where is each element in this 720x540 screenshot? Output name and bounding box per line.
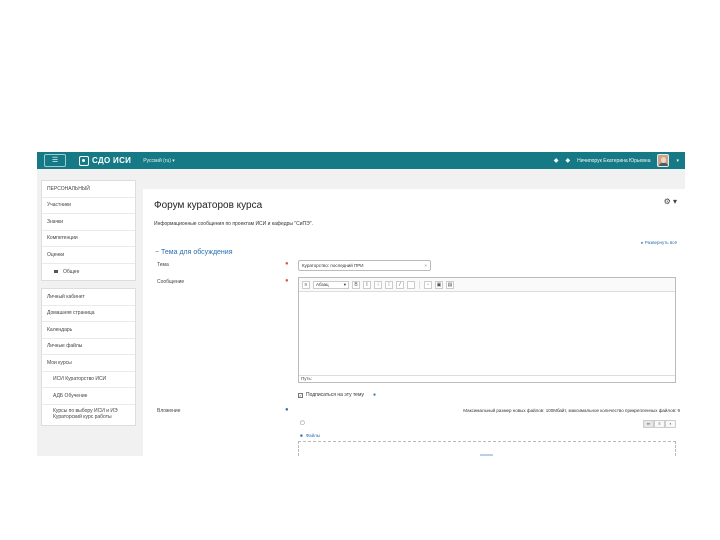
main-content: Форум кураторов курса ⚙ ▾ Информационные…: [143, 189, 685, 456]
language-menu[interactable]: Русский (ru) ▾: [143, 158, 175, 164]
chevron-down-icon: ▾: [343, 281, 346, 287]
upload-arrow-icon: [480, 454, 493, 456]
checkbox-icon: ✓: [298, 392, 303, 398]
required-icon: ●: [285, 278, 289, 284]
add-file-icon[interactable]: ▢: [300, 420, 308, 427]
sidebar-item-label: Курсы по выбору ИСИ и ИЭ Кураторский кур…: [53, 407, 118, 420]
required-icon: ●: [285, 261, 289, 267]
sidebar-item-label: Общее: [63, 268, 80, 275]
italic-icon[interactable]: I: [363, 280, 371, 289]
editor-path: Путь:: [299, 375, 675, 382]
bold-icon[interactable]: B: [352, 280, 360, 289]
logo-text: СДО ИСИ: [92, 156, 132, 165]
subject-value: Кураторство: последний ПРИ: [302, 263, 364, 268]
sidebar-item-label: Оценки: [47, 251, 65, 258]
help-icon[interactable]: ●: [373, 392, 376, 398]
site-logo[interactable]: СДО ИСИ: [79, 155, 132, 166]
expand-all-link[interactable]: ▸ Развернуть всё: [641, 240, 677, 246]
sidebar-item-label: Домашняя страница: [47, 310, 95, 317]
sidebar-item[interactable]: Личные файлы: [42, 339, 135, 355]
sidebar-item[interactable]: ПЕРСОНАЛЬНЫЙ: [42, 181, 135, 198]
sidebar-item-label: Личный кабинет: [47, 293, 85, 300]
sidebar-item[interactable]: Календарь: [42, 322, 135, 339]
sidebar-item-label: Личные файлы: [47, 343, 83, 350]
sidebar-item[interactable]: Компетенции: [42, 231, 135, 247]
sidebar-item[interactable]: Общее: [42, 264, 135, 281]
sidebar-item-label: Компетенции: [47, 235, 78, 242]
logo-icon: [79, 155, 89, 166]
file-drop-area[interactable]: [298, 441, 676, 456]
sidebar-item-label: ПЕРСОНАЛЬНЫЙ: [47, 185, 90, 192]
site-nav-group: Личный кабинет Домашняя страница Календарь…: [41, 288, 136, 426]
sidebar-item[interactable]: Оценки: [42, 247, 135, 264]
sidebar-item-label: Календарь: [47, 326, 73, 333]
numbered-list-icon[interactable]: ⁞: [385, 280, 393, 289]
sidebar-item-label: АДБ Обучение: [53, 392, 88, 399]
gear-icon[interactable]: ⚙ ▾: [664, 197, 677, 206]
subscribe-checkbox[interactable]: ✓ Подписаться на эту тему ●: [298, 392, 376, 398]
course-nav-group: ПЕРСОНАЛЬНЫЙ Участники Значки Компетенции Оц…: [41, 180, 136, 281]
sidebar-item[interactable]: Значки: [42, 214, 135, 231]
file-manager: ▢ ▪▪ ≡ ▪ ■ Файлы: [298, 415, 676, 456]
image-icon[interactable]: ▫: [424, 280, 432, 289]
view-switcher: ▪▪ ≡ ▪: [643, 420, 676, 428]
moodle-window: ☰ СДО ИСИ Русский (ru) ▾ ◆ ◆ Ничипорук Е…: [37, 152, 685, 456]
notifications-bell-icon[interactable]: ◆: [554, 158, 559, 164]
sidebar-item-label: ИСИ Кураторство ИСИ: [53, 376, 107, 383]
link-icon[interactable]: /: [396, 280, 404, 289]
avatar[interactable]: [657, 154, 670, 167]
navbar-user-area: ◆ ◆ Ничипорук Екатерина Юрьевна ▾: [554, 154, 679, 167]
sidebar-item[interactable]: АДБ Обучение: [42, 388, 135, 405]
editor-toolbar: ≡ Абзац ▾ B I ⁝ ⁞ / ▫ ▣ ▤: [299, 278, 675, 292]
list-view-button[interactable]: ≡: [654, 420, 665, 428]
paragraph-format-select[interactable]: Абзац ▾: [313, 280, 349, 289]
file-icon[interactable]: ▤: [446, 280, 454, 289]
message-label: Сообщение: [157, 279, 185, 285]
icons-view-button[interactable]: ▪▪: [643, 420, 654, 428]
page-title: Форум кураторов курса: [154, 200, 263, 211]
unlink-icon[interactable]: [407, 280, 415, 289]
sidebar-item[interactable]: Личный кабинет: [42, 289, 135, 306]
sidebar-item[interactable]: ИСИ Кураторство ИСИ: [42, 372, 135, 388]
sidebar-item[interactable]: Мои курсы: [42, 355, 135, 372]
menu-toggle-button[interactable]: ☰: [44, 154, 66, 167]
sidebar-item[interactable]: Домашняя страница: [42, 306, 135, 322]
messages-icon[interactable]: ◆: [566, 158, 571, 164]
folder-icon: ■: [300, 433, 303, 438]
message-editor[interactable]: ≡ Абзац ▾ B I ⁝ ⁞ / ▫ ▣ ▤ Путь:: [298, 277, 676, 383]
subscribe-label: Подписаться на эту тему: [306, 392, 364, 398]
file-path[interactable]: ■ Файлы: [300, 433, 320, 438]
section-header[interactable]: − Тема для обсуждения: [155, 249, 233, 256]
folder-icon: [54, 270, 58, 274]
user-menu-chevron-down-icon[interactable]: ▾: [676, 158, 679, 164]
clear-icon[interactable]: ×: [424, 261, 427, 270]
files-folder-label: Файлы: [305, 433, 321, 438]
sidebar-item-label: Мои курсы: [47, 359, 72, 366]
sidebar-item-label: Значки: [47, 218, 64, 225]
menu-icon: ☰: [51, 157, 59, 164]
help-icon[interactable]: ●: [285, 407, 289, 413]
nav-drawer: ПЕРСОНАЛЬНЫЙ Участники Значки Компетенции Оц…: [41, 180, 136, 433]
sidebar-item[interactable]: Курсы по выбору ИСИ и ИЭ Кураторский кур…: [42, 405, 135, 425]
subject-label: Тема: [157, 262, 169, 268]
toolbar-toggle-icon[interactable]: ≡: [302, 280, 310, 289]
subject-input[interactable]: Кураторство: последний ПРИ ×: [298, 260, 431, 271]
attachment-label: Вложение: [157, 408, 181, 414]
forum-description: Информационные сообщения по проектам ИСИ…: [154, 221, 313, 227]
max-file-size: Максимальный размер новых файлов: 100Мба…: [463, 408, 680, 413]
sidebar-item-label: Участники: [47, 202, 71, 209]
media-icon[interactable]: ▣: [435, 280, 443, 289]
toolbar-divider: [419, 280, 420, 289]
user-name[interactable]: Ничипорук Екатерина Юрьевна: [577, 158, 650, 164]
top-navbar: ☰ СДО ИСИ Русский (ru) ▾ ◆ ◆ Ничипорук Е…: [37, 152, 685, 169]
bullet-list-icon[interactable]: ⁝: [374, 280, 382, 289]
tree-view-button[interactable]: ▪: [665, 420, 676, 428]
sidebar-item[interactable]: Участники: [42, 198, 135, 214]
